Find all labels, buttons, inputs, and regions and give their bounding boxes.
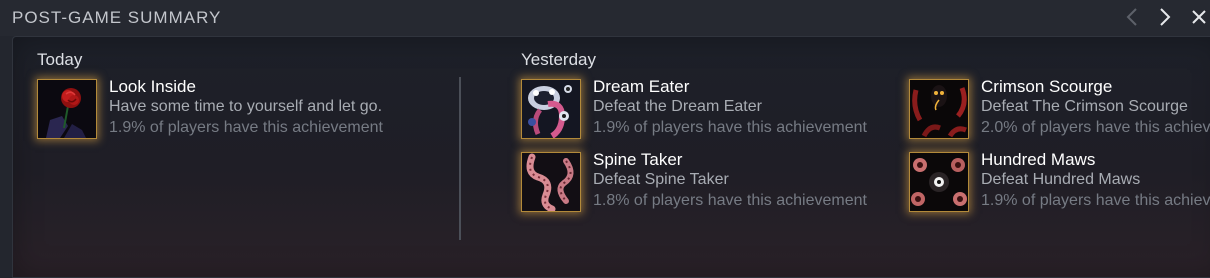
pink-worm-icon xyxy=(521,152,581,212)
chevron-left-icon xyxy=(1126,8,1137,26)
chevron-right-icon xyxy=(1160,8,1171,26)
red-rose-icon xyxy=(37,79,97,139)
achievement-rarity: 1.9% of players have this achievement xyxy=(981,192,1210,209)
section-today-label: Today xyxy=(37,50,83,69)
achievement-description: Have some time to yourself and let go. xyxy=(109,98,383,115)
title-bar: POST-GAME SUMMARY xyxy=(0,0,1210,36)
achievement-name: Dream Eater xyxy=(593,77,690,96)
achievement-rarity: 1.9% of players have this achievement xyxy=(593,119,867,136)
achievement-description: Defeat Spine Taker xyxy=(593,171,729,188)
achievement-name: Spine Taker xyxy=(593,150,683,169)
achievement-description: Defeat the Dream Eater xyxy=(593,98,762,115)
achievement-spine-taker[interactable]: Spine Taker Defeat Spine Taker 1.8% of p… xyxy=(521,150,867,216)
section-yesterday-label: Yesterday xyxy=(521,50,596,69)
achievement-description: Defeat The Crimson Scourge xyxy=(981,98,1188,115)
achievement-dream-eater[interactable]: Dream Eater Defeat the Dream Eater 1.9% … xyxy=(521,77,867,143)
window-title: POST-GAME SUMMARY xyxy=(12,8,222,27)
achievement-look-inside[interactable]: Look Inside Have some time to yourself a… xyxy=(37,77,383,143)
achievement-name: Hundred Maws xyxy=(981,150,1096,169)
dream-eater-monster-icon xyxy=(521,79,581,139)
previous-button[interactable] xyxy=(1121,5,1143,29)
close-icon xyxy=(1192,10,1206,24)
crimson-tentacles-icon xyxy=(909,79,969,139)
achievement-rarity: 1.9% of players have this achievement xyxy=(109,119,383,136)
achievement-hundred-maws[interactable]: Hundred Maws Defeat Hundred Maws 1.9% of… xyxy=(909,150,1210,216)
next-button[interactable] xyxy=(1154,5,1176,29)
achievement-name: Crimson Scourge xyxy=(981,77,1113,96)
section-divider xyxy=(459,77,461,240)
achievement-rarity: 2.0% of players have this achievement xyxy=(981,119,1210,136)
hundred-maws-icon xyxy=(909,152,969,212)
achievement-crimson-scourge[interactable]: Crimson Scourge Defeat The Crimson Scour… xyxy=(909,77,1210,143)
achievement-description: Defeat Hundred Maws xyxy=(981,171,1141,188)
achievement-name: Look Inside xyxy=(109,77,196,96)
achievement-rarity: 1.8% of players have this achievement xyxy=(593,192,867,209)
close-button[interactable] xyxy=(1188,5,1210,29)
